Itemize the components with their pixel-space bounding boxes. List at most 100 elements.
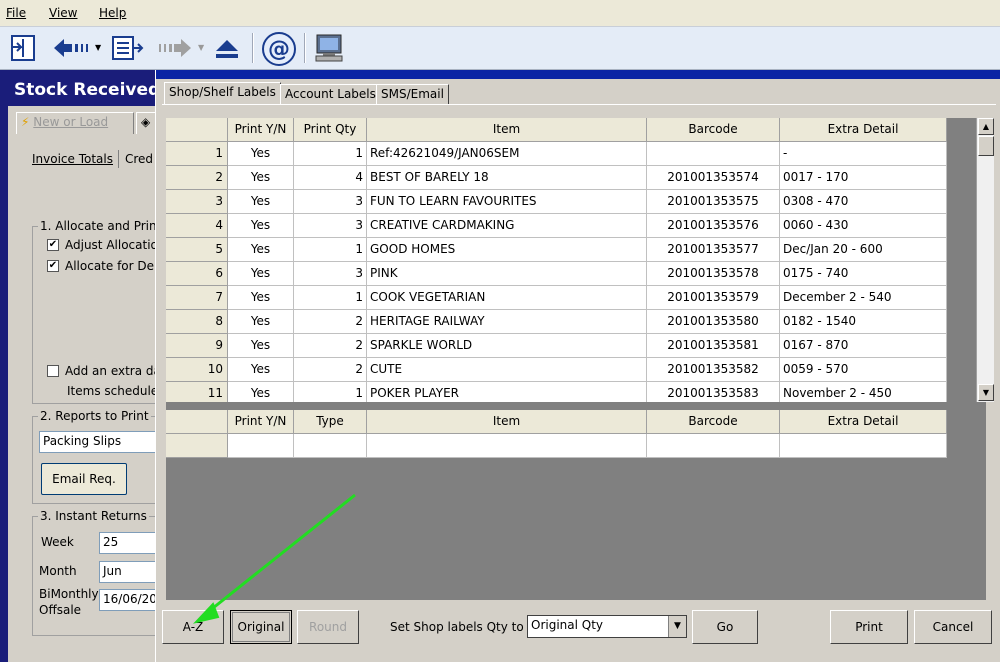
cell-yn[interactable]: Yes bbox=[228, 382, 294, 402]
cell-yn[interactable]: Yes bbox=[228, 286, 294, 310]
row-number[interactable]: 3 bbox=[166, 190, 228, 214]
cell-item[interactable]: CREATIVE CARDMAKING bbox=[367, 214, 647, 238]
cell-extra[interactable]: 0175 - 740 bbox=[780, 262, 947, 286]
grid1-header-extra-detail[interactable]: Extra Detail bbox=[780, 118, 947, 142]
cell-item[interactable]: GOOD HOMES bbox=[367, 238, 647, 262]
row-number[interactable]: 6 bbox=[166, 262, 228, 286]
tab-invoice-totals[interactable]: Invoice Totals bbox=[32, 152, 113, 166]
cell-barcode[interactable]: 201001353576 bbox=[647, 214, 780, 238]
eject-icon[interactable] bbox=[210, 31, 244, 65]
row-number[interactable]: 1 bbox=[166, 142, 228, 166]
email-icon[interactable]: @ bbox=[260, 31, 298, 67]
row-number[interactable]: 2 bbox=[166, 166, 228, 190]
cell-qty[interactable]: 1 bbox=[294, 382, 367, 402]
table-row[interactable]: 11 Yes 1 POKER PLAYER 201001353583 November 2… bbox=[166, 382, 947, 402]
cell-item[interactable]: CUTE bbox=[367, 358, 647, 382]
cell-extra[interactable]: 0167 - 870 bbox=[780, 334, 947, 358]
cell-item[interactable]: FUN TO LEARN FAVOURITES bbox=[367, 190, 647, 214]
cell-barcode[interactable]: 201001353575 bbox=[647, 190, 780, 214]
chevron-down-icon[interactable]: ▼ bbox=[668, 616, 686, 637]
cell-yn[interactable]: Yes bbox=[228, 166, 294, 190]
tab-credit[interactable]: Cred bbox=[125, 152, 153, 166]
cell-barcode[interactable]: 201001353580 bbox=[647, 310, 780, 334]
row-number[interactable]: 4 bbox=[166, 214, 228, 238]
print-button[interactable]: Print bbox=[830, 610, 908, 644]
cell-qty[interactable]: 3 bbox=[294, 190, 367, 214]
scroll-up-icon[interactable]: ▲ bbox=[978, 118, 994, 135]
cell-barcode[interactable]: 201001353582 bbox=[647, 358, 780, 382]
cell-barcode[interactable]: 201001353581 bbox=[647, 334, 780, 358]
table-row[interactable]: 9 Yes 2 SPARKLE WORLD 201001353581 0167 - 870 bbox=[166, 334, 947, 358]
cell-extra[interactable]: 0308 - 470 bbox=[780, 190, 947, 214]
table-row[interactable]: 5 Yes 1 GOOD HOMES 201001353577 Dec/Jan 20 - … bbox=[166, 238, 947, 262]
go-button[interactable]: Go bbox=[692, 610, 758, 644]
row-number[interactable]: 10 bbox=[166, 358, 228, 382]
tab-account-labels[interactable]: Account Labels bbox=[280, 84, 381, 104]
table-row[interactable]: 3 Yes 3 FUN TO LEARN FAVOURITES 201001353575… bbox=[166, 190, 947, 214]
cell-yn[interactable]: Yes bbox=[228, 238, 294, 262]
grid1-scrollbar[interactable]: ▲ ▼ bbox=[976, 118, 994, 402]
cell-barcode[interactable]: 201001353578 bbox=[647, 262, 780, 286]
grid2-header-item[interactable]: Item bbox=[367, 410, 647, 434]
qty-mode-select[interactable]: Original Qty ▼ bbox=[527, 615, 687, 638]
cell-qty[interactable]: 1 bbox=[294, 238, 367, 262]
cell-extra[interactable]: November 2 - 450 bbox=[780, 382, 947, 402]
table-row[interactable]: 8 Yes 2 HERITAGE RAILWAY 201001353580 0182 - … bbox=[166, 310, 947, 334]
adjust-allocation-checkbox[interactable]: ✔ bbox=[47, 239, 59, 251]
table-row[interactable]: 6 Yes 3 PINK 201001353578 0175 - 740 bbox=[166, 262, 947, 286]
grid2-header-barcode[interactable]: Barcode bbox=[647, 410, 780, 434]
cell-qty[interactable]: 2 bbox=[294, 310, 367, 334]
cell-barcode[interactable]: 201001353577 bbox=[647, 238, 780, 262]
grid1-header-print-qty[interactable]: Print Qty bbox=[294, 118, 367, 142]
cell-yn[interactable]: Yes bbox=[228, 214, 294, 238]
cell-yn[interactable]: Yes bbox=[228, 358, 294, 382]
cell-item[interactable]: POKER PLAYER bbox=[367, 382, 647, 402]
table-row[interactable]: 1 Yes 1 Ref:42621049/JAN06SEM - bbox=[166, 142, 947, 166]
az-sort-button[interactable]: A-Z bbox=[162, 610, 224, 644]
cell-barcode[interactable]: 201001353583 bbox=[647, 382, 780, 402]
row-number[interactable]: 5 bbox=[166, 238, 228, 262]
row-number[interactable]: 8 bbox=[166, 310, 228, 334]
back-icon[interactable] bbox=[50, 31, 90, 65]
cell-qty[interactable]: 3 bbox=[294, 262, 367, 286]
grid2-cell[interactable] bbox=[228, 434, 294, 458]
cell-extra[interactable]: 0059 - 570 bbox=[780, 358, 947, 382]
computer-icon[interactable] bbox=[312, 31, 346, 65]
grid2-cell[interactable] bbox=[780, 434, 947, 458]
scroll-thumb[interactable] bbox=[978, 136, 994, 156]
cell-qty[interactable]: 2 bbox=[294, 334, 367, 358]
cell-extra[interactable]: 0182 - 1540 bbox=[780, 310, 947, 334]
menu-file[interactable]: File bbox=[6, 6, 26, 20]
tab-new-or-load[interactable]: ⚡ New or Load bbox=[16, 112, 134, 134]
tab-shop-shelf-labels[interactable]: Shop/Shelf Labels bbox=[164, 82, 281, 104]
grid2-empty-row[interactable] bbox=[166, 434, 947, 458]
cell-yn[interactable]: Yes bbox=[228, 334, 294, 358]
grid2-cell[interactable] bbox=[294, 434, 367, 458]
grid1-header-barcode[interactable]: Barcode bbox=[647, 118, 780, 142]
row-number[interactable]: 9 bbox=[166, 334, 228, 358]
row-number[interactable]: 7 bbox=[166, 286, 228, 310]
import-icon[interactable] bbox=[6, 31, 40, 65]
cell-item[interactable]: Ref:42621049/JAN06SEM bbox=[367, 142, 647, 166]
cell-qty[interactable]: 1 bbox=[294, 286, 367, 310]
email-req-button[interactable]: Email Req. bbox=[41, 463, 127, 495]
cancel-button[interactable]: Cancel bbox=[914, 610, 992, 644]
table-row[interactable]: 4 Yes 3 CREATIVE CARDMAKING 201001353576 0060… bbox=[166, 214, 947, 238]
cell-extra[interactable]: Dec/Jan 20 - 600 bbox=[780, 238, 947, 262]
scroll-down-icon[interactable]: ▼ bbox=[978, 384, 994, 401]
cell-barcode[interactable]: 201001353579 bbox=[647, 286, 780, 310]
list-icon[interactable] bbox=[110, 31, 144, 65]
grid2-header-type[interactable]: Type bbox=[294, 410, 367, 434]
cell-qty[interactable]: 2 bbox=[294, 358, 367, 382]
cell-barcode[interactable] bbox=[647, 142, 780, 166]
menu-help[interactable]: Help bbox=[99, 6, 126, 20]
table-row[interactable]: 10 Yes 2 CUTE 201001353582 0059 - 570 bbox=[166, 358, 947, 382]
table-row[interactable]: 7 Yes 1 COOK VEGETARIAN 201001353579 December… bbox=[166, 286, 947, 310]
cell-extra[interactable]: 0060 - 430 bbox=[780, 214, 947, 238]
cell-extra[interactable]: 0017 - 170 bbox=[780, 166, 947, 190]
menu-view[interactable]: View bbox=[49, 6, 77, 20]
original-button[interactable]: Original bbox=[230, 610, 292, 644]
tab-sms-email[interactable]: SMS/Email bbox=[376, 84, 449, 104]
cell-item[interactable]: BEST OF BARELY 18 bbox=[367, 166, 647, 190]
grid2-cell[interactable] bbox=[647, 434, 780, 458]
